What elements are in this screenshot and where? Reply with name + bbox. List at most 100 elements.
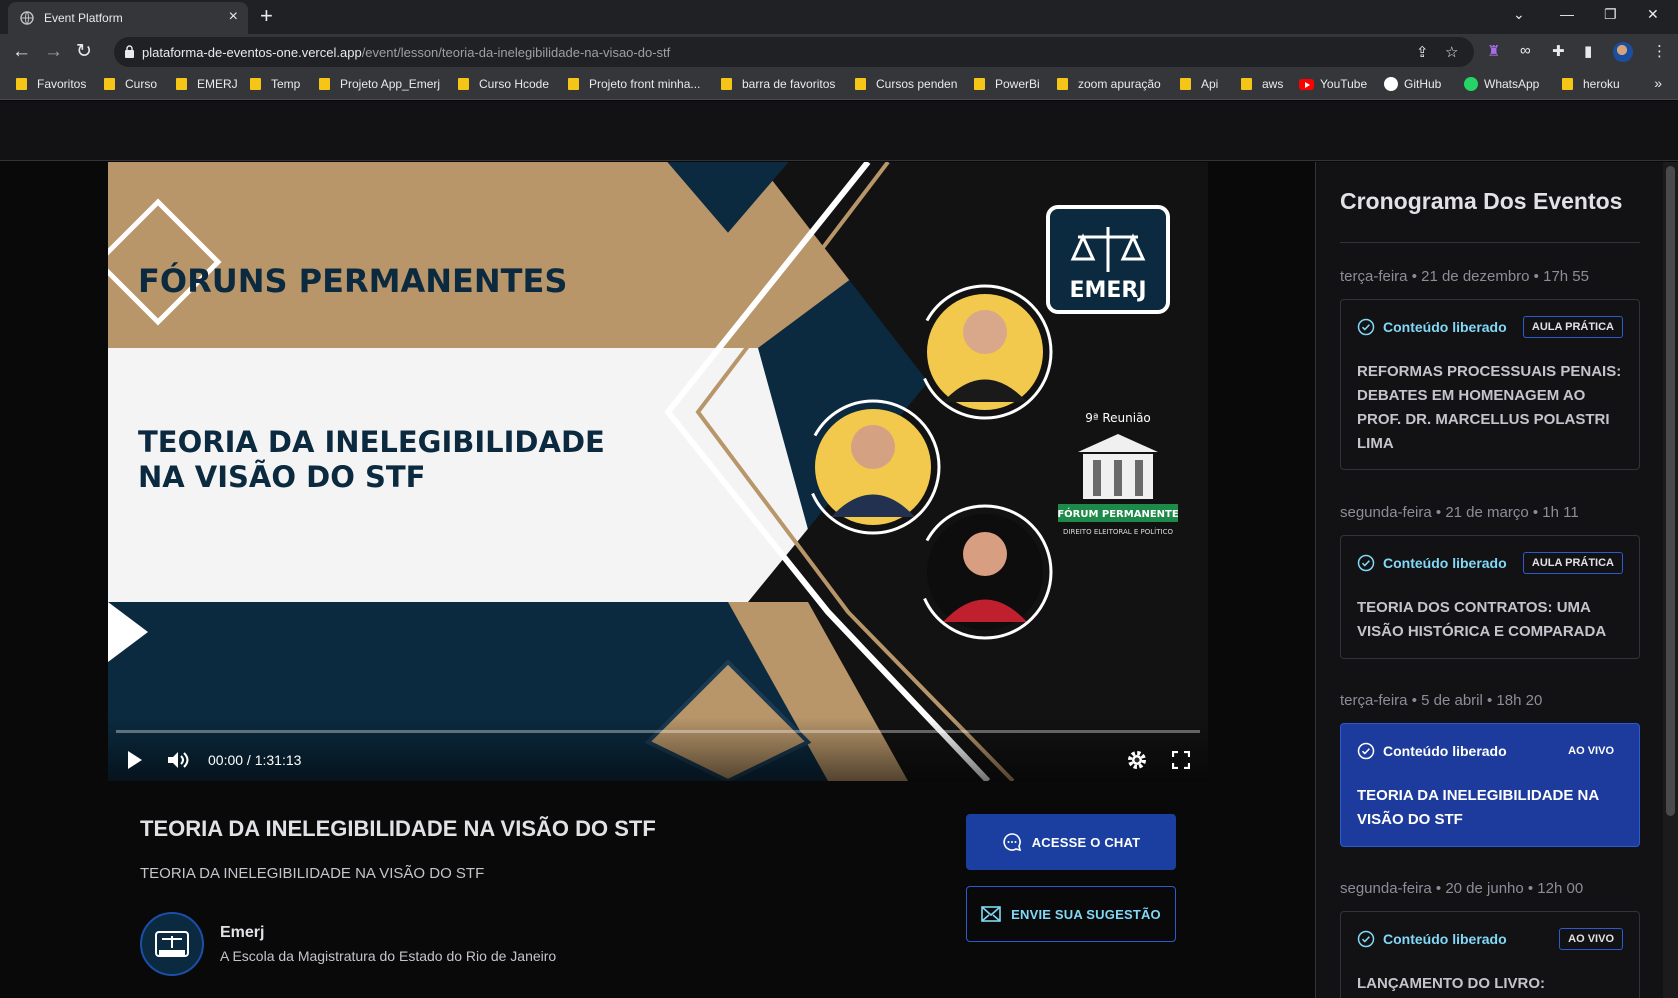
bookmark-heroku[interactable]: heroku — [1562, 77, 1620, 91]
emerj-logo-icon — [155, 931, 189, 957]
bookmark-youtube[interactable]: YouTube — [1299, 77, 1367, 91]
folder-icon — [16, 78, 27, 90]
event-status: Conteúdo liberado — [1357, 318, 1507, 336]
event-status: Conteúdo liberado — [1357, 554, 1507, 572]
bookmark-temp[interactable]: Temp — [250, 77, 300, 91]
scrollbar-thumb[interactable] — [1666, 166, 1675, 816]
forward-icon[interactable]: → — [44, 41, 63, 63]
back-icon[interactable]: ← — [12, 41, 31, 63]
globe-icon — [20, 11, 34, 25]
thumb-forum-sub-text: DIREITO ELEITORAL E POLÍTICO — [1063, 527, 1173, 536]
event-title: TEORIA DA INELEGIBILIDADE NA VISÃO DO ST… — [1357, 787, 1599, 828]
url-text: plataforma-de-eventos-one.vercel.app/eve… — [142, 45, 671, 60]
profile-avatar[interactable] — [1613, 42, 1633, 62]
bookmark-projeto-front[interactable]: Projeto front minha... — [568, 77, 700, 91]
folder-icon — [855, 78, 866, 90]
sidebar-title: Cronograma Dos Eventos — [1340, 188, 1623, 214]
bookmark-barra-de-favoritos[interactable]: barra de favoritos — [721, 77, 835, 91]
chat-button[interactable]: ACESSE O CHAT — [966, 814, 1176, 870]
restore-icon[interactable]: ❐ — [1604, 6, 1617, 23]
events-sidebar: Cronograma Dos Eventos terça-feira • 21 … — [1315, 162, 1663, 998]
lesson-title: TEORIA DA INELEGIBILIDADE NA VISÃO DO ST… — [140, 816, 656, 841]
check-circle-icon — [1357, 742, 1375, 760]
share-icon[interactable]: ⇪ — [1416, 43, 1429, 61]
bookmark-powerbi[interactable]: PowerBi — [974, 77, 1040, 91]
folder-icon — [1241, 78, 1252, 90]
sidebar-divider — [1340, 242, 1640, 243]
teacher-avatar — [140, 912, 204, 976]
github-icon — [1384, 77, 1398, 91]
video-thumbnail: FÓRUNS PERMANENTES TEORIA DA INELEGIBILI… — [108, 162, 1208, 781]
browser-tabstrip: Event Platform × + ⌄ — ❐ ✕ — [0, 0, 1678, 34]
event-card[interactable]: Conteúdo liberado AULA PRÁTICA TEORIA DO… — [1340, 535, 1640, 659]
thumb-forum-text: FÓRUM PERMANENTE — [1057, 507, 1179, 520]
event-card[interactable]: Conteúdo liberado AO VIVO LANÇAMENTO DO … — [1340, 911, 1640, 998]
address-bar[interactable]: plataforma-de-eventos-one.vercel.app/eve… — [114, 37, 1474, 67]
folder-icon — [1057, 78, 1068, 90]
sidebar-scrollbar[interactable] — [1663, 162, 1678, 998]
tab-title: Event Platform — [44, 11, 123, 25]
lock-icon[interactable] — [124, 45, 135, 58]
bookmark-curso-hcode[interactable]: Curso Hcode — [458, 77, 549, 91]
thumb-title-line2: NA VISÃO DO STF — [138, 460, 425, 494]
new-tab-button[interactable]: + — [260, 4, 273, 28]
play-icon[interactable] — [128, 751, 142, 769]
event-status: Conteúdo liberado — [1357, 930, 1507, 948]
chat-button-label: ACESSE O CHAT — [1031, 834, 1141, 850]
suggestion-button-label: ENVIE SUA SUGESTÃO — [1011, 906, 1161, 922]
folder-icon — [974, 78, 985, 90]
folder-icon — [319, 78, 330, 90]
check-circle-icon — [1357, 930, 1375, 948]
tab-search-icon[interactable]: ⌄ — [1513, 6, 1525, 23]
lesson-description: TEORIA DA INELEGIBILIDADE NA VISÃO DO ST… — [140, 865, 485, 882]
gear-icon[interactable] — [1126, 749, 1148, 771]
menu-kebab-icon[interactable]: ⋮ — [1652, 42, 1667, 60]
thumb-heading: FÓRUNS PERMANENTES — [138, 261, 567, 300]
bookmark-zoom-apuracao[interactable]: zoom apuração — [1057, 77, 1161, 91]
event-badge: AO VIVO — [1559, 740, 1623, 762]
bookmark-aws[interactable]: aws — [1241, 77, 1283, 91]
puzzle-icon[interactable]: ✚ — [1552, 42, 1565, 60]
minimize-icon[interactable]: — — [1560, 6, 1574, 22]
envelope-icon — [981, 906, 1001, 922]
bookmark-star-icon[interactable]: ☆ — [1445, 43, 1458, 61]
event-title: LANÇAMENTO DO LIVRO: — [1357, 975, 1546, 992]
bookmark-favoritos[interactable]: Favoritos — [16, 77, 86, 91]
browser-tab[interactable]: Event Platform × — [8, 2, 248, 34]
more-bookmarks-icon[interactable]: » — [1654, 75, 1662, 91]
bookmark-cursos-penden[interactable]: Cursos penden — [855, 77, 957, 91]
video-time: 00:00 / 1:31:13 — [208, 752, 302, 768]
fullscreen-icon[interactable] — [1172, 751, 1190, 769]
extension-glasses-icon[interactable]: ∞ — [1520, 42, 1531, 59]
lesson-main: FÓRUNS PERMANENTES TEORIA DA INELEGIBILI… — [0, 162, 1315, 998]
event-card[interactable]: Conteúdo liberado AULA PRÁTICA REFORMAS … — [1340, 299, 1640, 470]
bookmark-github[interactable]: GitHub — [1384, 77, 1441, 91]
suggestion-button[interactable]: ENVIE SUA SUGESTÃO — [966, 886, 1176, 942]
folder-icon — [568, 78, 579, 90]
extension-icon[interactable]: ♜ — [1487, 42, 1500, 60]
bookmark-api[interactable]: Api — [1180, 77, 1218, 91]
close-tab-icon[interactable]: × — [229, 8, 238, 26]
side-panel-icon[interactable]: ▮ — [1584, 42, 1592, 60]
teacher-bio: A Escola da Magistratura do Estado do Ri… — [220, 948, 557, 964]
folder-icon — [1562, 78, 1573, 90]
event-date: segunda-feira • 21 de março • 1h 11 — [1340, 504, 1579, 521]
video-player[interactable]: FÓRUNS PERMANENTES TEORIA DA INELEGIBILI… — [108, 162, 1208, 781]
event-title: REFORMAS PROCESSUAIS PENAIS: DEBATES EM … — [1357, 363, 1622, 452]
bookmark-projeto-app-emerj[interactable]: Projeto App_Emerj — [319, 77, 440, 91]
video-progress-bar[interactable] — [116, 730, 1200, 733]
folder-icon — [104, 78, 115, 90]
app-header — [0, 101, 1678, 161]
event-status: Conteúdo liberado — [1357, 742, 1507, 760]
bookmark-curso[interactable]: Curso — [104, 77, 157, 91]
event-card-active[interactable]: Conteúdo liberado AO VIVO TEORIA DA INEL… — [1340, 723, 1640, 847]
reload-icon[interactable]: ↻ — [76, 41, 92, 63]
bookmark-emerj[interactable]: EMERJ — [176, 77, 238, 91]
whatsapp-icon — [1464, 77, 1478, 91]
chat-bubble-icon — [1003, 833, 1021, 852]
bookmark-whatsapp[interactable]: WhatsApp — [1464, 77, 1539, 91]
folder-icon — [250, 78, 261, 90]
close-window-icon[interactable]: ✕ — [1647, 6, 1659, 23]
teacher-name: Emerj — [220, 924, 265, 941]
volume-icon[interactable] — [166, 750, 190, 770]
